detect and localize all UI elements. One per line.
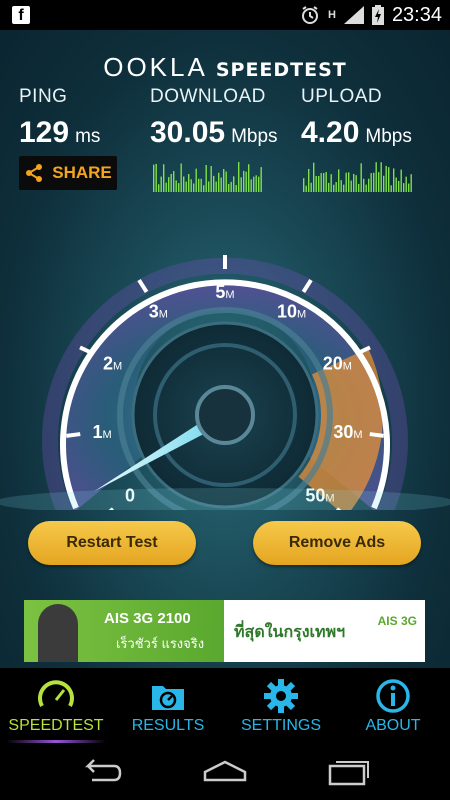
upload-unit: Mbps	[365, 126, 412, 147]
brand-logo: OOKLA SPEEDTEST	[0, 52, 450, 83]
ping-unit: ms	[75, 126, 101, 147]
sparkline-bar	[388, 167, 390, 192]
recents-icon[interactable]	[328, 756, 372, 786]
sparkline-bar	[380, 162, 382, 192]
back-icon[interactable]	[78, 758, 122, 786]
sparkline-bar	[223, 168, 225, 192]
sparkline-bar	[325, 172, 327, 192]
download-value: 30.05 Mbps	[150, 116, 278, 150]
tab-about[interactable]: ABOUT	[337, 668, 449, 746]
facebook-notification-icon: f	[12, 6, 30, 24]
tab-label: RESULTS	[131, 717, 205, 734]
ping-value: 129 ms	[19, 116, 100, 150]
ad-tagline: ที่สุดในกรุงเทพฯ	[234, 624, 346, 641]
sparkline-bar	[400, 169, 402, 192]
share-button[interactable]: SHARE	[19, 156, 117, 190]
sparkline-bar	[308, 168, 310, 192]
speedometer-icon	[38, 680, 74, 707]
tab-label: SETTINGS	[240, 717, 321, 734]
speedtest-screen: OOKLA SPEEDTEST PING DOWNLOAD UPLOAD 129 m…	[0, 30, 450, 668]
brand-product: SPEEDTEST	[215, 59, 347, 81]
sparkline-bar	[385, 165, 387, 192]
sparkline-bar	[205, 164, 207, 192]
tab-bar: SPEEDTEST RESULTS SETTINGS ABOUT	[0, 668, 450, 746]
sparkline-bar	[173, 171, 175, 192]
download-label: DOWNLOAD	[150, 86, 266, 107]
tab-label: ABOUT	[365, 717, 421, 734]
sparkline-bar	[153, 164, 155, 192]
speed-gauge: 01M2M3M5M10M20M30M50M	[0, 255, 450, 510]
sparkline-bar	[245, 171, 247, 192]
clock: 23:34	[391, 3, 442, 26]
tab-label: SPEEDTEST	[8, 717, 104, 734]
ping-label: PING	[19, 86, 68, 107]
restart-test-button[interactable]: Restart Test	[28, 521, 196, 565]
brand-name: OOKLA	[103, 52, 208, 82]
signal-icon	[343, 6, 364, 24]
info-icon	[376, 679, 410, 713]
sparkline-bar	[210, 165, 212, 192]
upload-sparkline	[303, 162, 412, 192]
sparkline-bar	[155, 163, 157, 192]
status-icons: H 23:34	[300, 4, 442, 26]
status-bar: f H 23:34	[0, 0, 450, 30]
sparkline-bar	[243, 170, 245, 192]
folder-chart-icon	[152, 686, 184, 710]
ad-subtitle: เร็วชัวร์ แรงจริง	[116, 636, 205, 651]
ad-person-image	[38, 604, 78, 662]
sparkline-bar	[260, 167, 262, 192]
gauge-tick	[66, 432, 81, 438]
ad-logo: AIS 3G	[377, 614, 417, 628]
system-nav-bar	[0, 746, 450, 800]
sparkline-bar	[375, 162, 377, 192]
remove-ads-button[interactable]: Remove Ads	[253, 521, 421, 565]
upload-label: UPLOAD	[301, 86, 383, 107]
gear-icon	[264, 679, 298, 713]
alarm-icon	[301, 6, 318, 24]
ping-number: 129	[19, 116, 70, 149]
sparkline-bar	[338, 169, 340, 192]
gauge-hub	[195, 385, 255, 445]
download-unit: Mbps	[231, 126, 278, 147]
sparkline-bar	[238, 162, 240, 192]
battery-icon	[371, 5, 384, 25]
ad-banner[interactable]: AIS 3G 2100 เร็วชัวร์ แรงจริง ที่สุดในกร…	[24, 600, 425, 662]
ad-title: AIS 3G 2100	[104, 610, 191, 627]
home-icon[interactable]	[201, 758, 249, 784]
sparkline-bar	[313, 162, 315, 192]
tab-results[interactable]: RESULTS	[112, 668, 224, 746]
sparkline-bar	[360, 163, 362, 192]
sparkline-bar	[195, 168, 197, 192]
sparkline-bar	[248, 164, 250, 192]
sparkline-bar	[225, 171, 227, 192]
share-label: SHARE	[52, 163, 112, 182]
sparkline-bar	[180, 163, 182, 192]
gauge-tick	[369, 432, 384, 438]
share-icon	[26, 164, 43, 182]
tab-speedtest[interactable]: SPEEDTEST	[0, 668, 112, 746]
tab-settings[interactable]: SETTINGS	[225, 668, 337, 746]
download-sparkline	[153, 162, 262, 192]
upload-number: 4.20	[301, 116, 360, 149]
network-type-label: H	[327, 9, 336, 21]
download-number: 30.05	[150, 116, 226, 149]
sparkline-bar	[393, 168, 395, 192]
upload-value: 4.20 Mbps	[301, 116, 412, 150]
sparkline-bar	[163, 164, 165, 192]
